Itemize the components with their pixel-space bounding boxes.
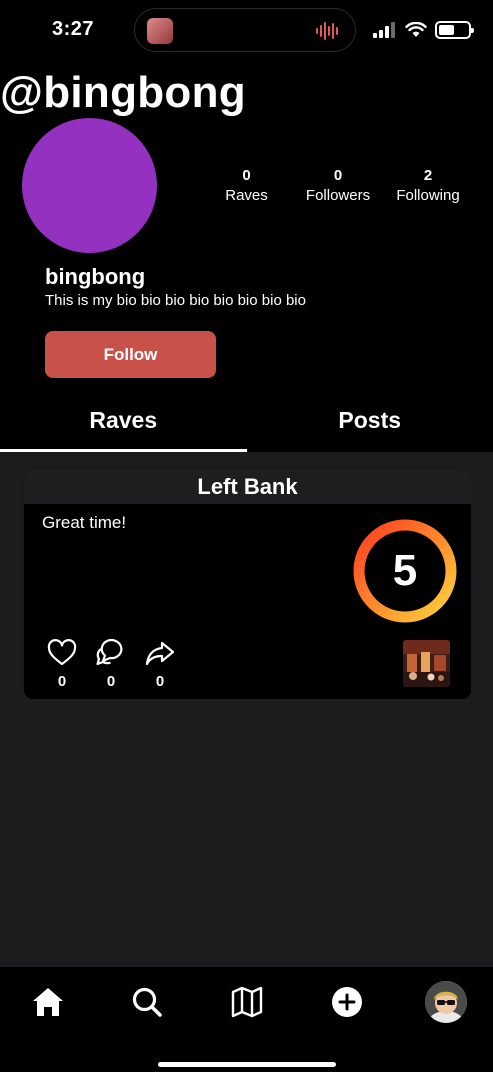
now-playing-thumbnail [147,18,173,44]
rave-comment: Great time! [42,513,127,532]
rave-photo-thumbnail[interactable] [403,640,450,687]
stat-value: 2 [423,167,433,184]
stat-label: Followers [305,187,371,204]
search-icon [132,987,162,1017]
tab-raves[interactable]: Raves [0,398,247,452]
profile-avatar-large [22,118,157,253]
battery-icon [435,21,474,39]
dynamic-island[interactable] [134,8,356,52]
stat-following[interactable]: 2 Following [383,167,473,206]
share-arrow-icon [145,641,175,666]
like-count: 0 [57,673,67,690]
comment-button[interactable]: 0 [95,637,127,690]
profile-handle: @bingbong [0,68,246,117]
profile-name: bingbong [45,264,146,289]
follow-button[interactable]: Follow [45,331,216,378]
stat-raves[interactable]: 0 Raves [200,167,293,206]
raves-feed[interactable]: Left Bank Great time! 5 0 0 0 [0,452,493,967]
nav-profile-avatar[interactable] [425,981,467,1023]
status-bar: 3:27 [0,0,493,60]
profile-stats: 0 Raves 0 Followers 2 Following [200,167,490,206]
tab-posts[interactable]: Posts [247,398,493,452]
rave-score: 5 [392,546,418,595]
stat-value: 0 [242,167,251,184]
avatar [425,981,467,1023]
nav-home[interactable] [28,982,68,1022]
profile-tabs: Raves Posts [0,398,493,452]
home-icon [33,988,63,1016]
battery-level [439,25,455,35]
status-time: 3:27 [52,18,95,40]
stat-label: Following [396,187,460,204]
stat-followers[interactable]: 0 Followers [293,167,383,206]
rave-card[interactable]: Left Bank Great time! 5 0 0 0 [23,468,472,700]
add-icon [332,987,362,1017]
rave-actions: 0 0 0 [46,637,176,690]
comment-count: 0 [106,673,116,690]
map-icon [231,986,263,1018]
cellular-signal-icon [373,22,395,38]
like-button[interactable]: 0 [46,637,78,690]
nav-map[interactable] [227,982,267,1022]
share-button[interactable]: 0 [144,637,176,690]
bottom-nav [0,967,493,1072]
home-indicator[interactable] [158,1062,336,1067]
rave-venue-title[interactable]: Left Bank [24,469,471,504]
comment-bubbles-icon [96,638,123,666]
stat-value: 0 [333,167,343,184]
audio-wave-icon [316,22,338,40]
share-count: 0 [155,673,165,690]
wifi-icon [405,22,427,37]
heart-icon [47,639,77,666]
nav-create[interactable] [327,982,367,1022]
status-icons [373,20,474,40]
stat-label: Raves [225,187,268,204]
profile-bio: This is my bio bio bio bio bio bio bio b… [45,292,306,309]
nav-search[interactable] [127,982,167,1022]
